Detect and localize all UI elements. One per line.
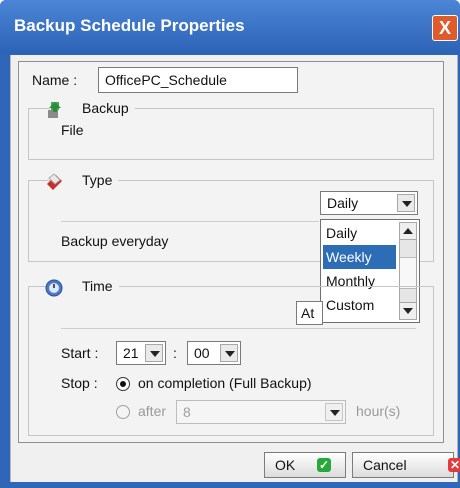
scroll-up-icon[interactable] bbox=[400, 223, 416, 240]
stop-radio-after[interactable] bbox=[116, 405, 130, 419]
close-icon bbox=[448, 453, 460, 477]
cancel-button-label: Cancel bbox=[363, 457, 407, 473]
type-description: Backup everyday bbox=[61, 233, 169, 249]
ok-button-label: OK bbox=[275, 457, 296, 473]
chevron-down-icon[interactable] bbox=[145, 344, 163, 362]
backup-icon bbox=[48, 102, 61, 118]
clock-icon bbox=[45, 279, 63, 297]
title-bar: Backup Schedule Properties X bbox=[0, 0, 460, 54]
type-section-title: Type bbox=[47, 172, 119, 190]
stop-after-hours-value: 8 bbox=[183, 404, 191, 420]
start-minute-value: 00 bbox=[194, 345, 210, 361]
backup-section-title: Backup bbox=[48, 100, 135, 118]
backup-item: File bbox=[61, 122, 84, 138]
chevron-down-icon[interactable] bbox=[397, 194, 415, 212]
chevron-down-icon[interactable] bbox=[220, 344, 238, 362]
stop-label: Stop : bbox=[61, 375, 98, 391]
start-time-separator: : bbox=[173, 345, 177, 361]
dropdown-option[interactable]: Daily bbox=[323, 221, 396, 245]
close-button[interactable]: X bbox=[432, 15, 458, 41]
type-title-label: Type bbox=[82, 172, 113, 188]
backup-title-label: Backup bbox=[82, 100, 129, 116]
name-input[interactable]: OfficePC_Schedule bbox=[98, 67, 298, 93]
stop-option-completion-label: on completion (Full Backup) bbox=[138, 375, 312, 391]
stop-after-hours-select[interactable]: 8 bbox=[176, 400, 346, 424]
chevron-down-icon[interactable] bbox=[325, 403, 343, 421]
hours-label: hour(s) bbox=[356, 403, 401, 419]
at-select[interactable]: At bbox=[296, 301, 323, 325]
stop-after-label: after bbox=[138, 403, 167, 419]
dialog-window: Backup Schedule Properties X Name : Offi… bbox=[0, 0, 460, 488]
at-select-value: At bbox=[301, 305, 315, 321]
cancel-button[interactable]: Cancel bbox=[352, 452, 460, 478]
type-separator bbox=[61, 221, 319, 222]
start-label: Start : bbox=[61, 345, 99, 361]
type-select[interactable]: Daily bbox=[320, 191, 418, 215]
start-hour-value: 21 bbox=[123, 345, 139, 361]
stop-radio-completion[interactable] bbox=[116, 377, 130, 391]
type-icon bbox=[47, 173, 62, 190]
name-label: Name : bbox=[32, 72, 78, 88]
type-select-value: Daily bbox=[327, 195, 359, 211]
time-separator bbox=[61, 328, 416, 329]
start-minute-select[interactable]: 00 bbox=[187, 341, 241, 365]
time-section-title: Time bbox=[45, 278, 119, 297]
scroll-thumb[interactable] bbox=[400, 257, 416, 289]
window-title: Backup Schedule Properties bbox=[14, 16, 245, 35]
ok-button[interactable]: OK bbox=[264, 452, 346, 478]
start-hour-select[interactable]: 21 bbox=[116, 341, 166, 365]
time-title-label: Time bbox=[82, 278, 113, 294]
dropdown-option-selected[interactable]: Weekly bbox=[323, 245, 396, 269]
check-icon bbox=[317, 453, 331, 477]
